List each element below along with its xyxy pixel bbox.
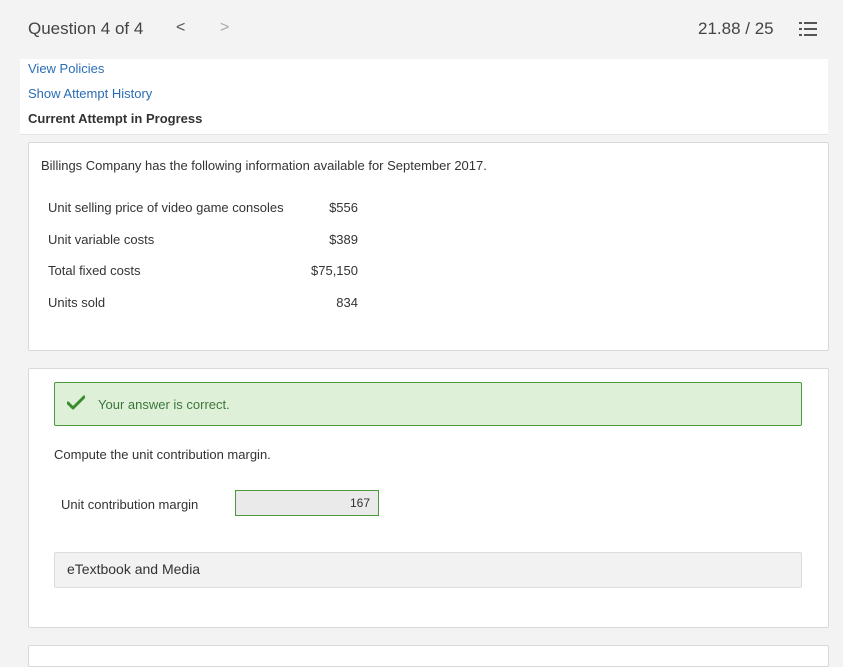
- row-value-selling-price: $556: [329, 200, 358, 215]
- current-attempt-label: Current Attempt in Progress: [28, 111, 203, 126]
- score-display: 21.88 / 25: [698, 19, 774, 38]
- row-value-units-sold: 834: [336, 295, 358, 310]
- next-question-icon[interactable]: >: [220, 19, 229, 37]
- row-value-fixed-costs: $75,150: [311, 263, 358, 278]
- top-bar: Question 4 of 4 < > 21.88 / 25: [0, 0, 843, 59]
- row-value-variable-costs: $389: [329, 232, 358, 247]
- correct-answer-banner: Your answer is correct.: [54, 382, 802, 426]
- problem-card: Billings Company has the following infor…: [28, 142, 829, 351]
- unit-contribution-margin-label: Unit contribution margin: [61, 497, 199, 512]
- view-policies-link[interactable]: View Policies: [28, 61, 104, 76]
- previous-question-icon[interactable]: <: [176, 19, 185, 37]
- problem-intro: Billings Company has the following infor…: [41, 158, 487, 173]
- etextbook-media-label: eTextbook and Media: [67, 561, 201, 577]
- question-counter: Question 4 of 4: [28, 19, 144, 38]
- row-label-units-sold: Units sold: [48, 295, 106, 310]
- show-attempt-history-link[interactable]: Show Attempt History: [28, 86, 152, 101]
- answer-card: Your answer is correct. Compute the unit…: [28, 368, 829, 628]
- etextbook-media-button[interactable]: eTextbook and Media: [54, 552, 802, 588]
- correct-answer-text: Your answer is correct.: [98, 397, 230, 412]
- list-icon[interactable]: [799, 21, 817, 37]
- row-label-selling-price: Unit selling price of video game console…: [48, 200, 284, 215]
- attempt-info-panel: View Policies Show Attempt History Curre…: [20, 59, 828, 135]
- row-label-variable-costs: Unit variable costs: [48, 232, 155, 247]
- row-label-fixed-costs: Total fixed costs: [48, 263, 141, 278]
- next-card: [28, 645, 829, 667]
- question-prompt: Compute the unit contribution margin.: [54, 447, 271, 462]
- checkmark-icon: [67, 395, 85, 410]
- unit-contribution-margin-input[interactable]: [235, 490, 379, 516]
